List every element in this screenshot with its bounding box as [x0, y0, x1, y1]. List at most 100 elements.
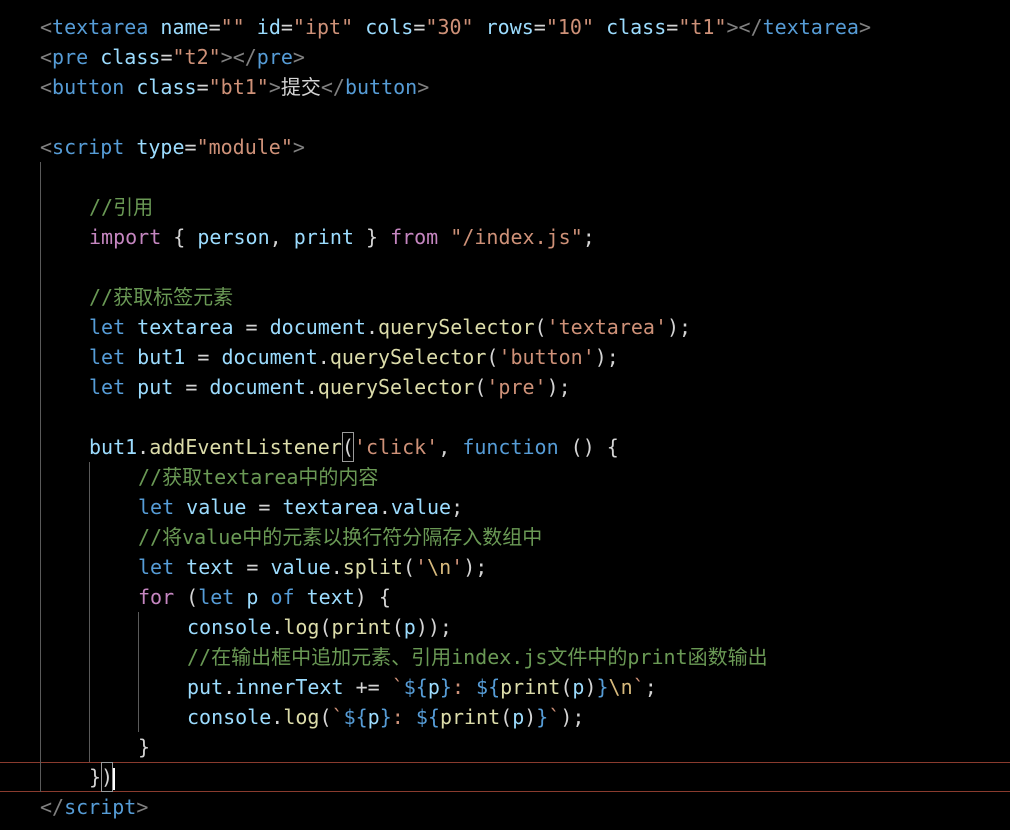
- code-token: (: [319, 615, 332, 639]
- code-token: }: [353, 225, 391, 249]
- code-token: "": [220, 15, 245, 39]
- code-token: ${: [476, 675, 501, 699]
- code-token: >: [417, 75, 430, 99]
- code-token: >: [268, 75, 281, 99]
- code-token: (: [486, 345, 499, 369]
- code-token: document: [209, 375, 306, 399]
- code-token: .: [271, 705, 284, 729]
- code-token: ,: [269, 225, 294, 249]
- code-token: .: [365, 315, 378, 339]
- code-token: +=: [343, 675, 392, 699]
- code-token: pre: [256, 45, 293, 69]
- code-token: );: [463, 555, 488, 579]
- code-token: ) {: [354, 585, 391, 609]
- code-token: (: [474, 375, 487, 399]
- code-editor[interactable]: <textarea name="" id="ipt" cols="30" row…: [0, 0, 1010, 830]
- code-token: =: [413, 15, 426, 39]
- code-token: textarea: [282, 495, 379, 519]
- code-token: }: [89, 765, 102, 789]
- code-line: console.log(print(p));: [187, 612, 452, 642]
- code-token: <: [40, 135, 53, 159]
- code-token: log: [283, 705, 320, 729]
- code-token: let: [198, 585, 235, 609]
- code-token: ${: [403, 675, 428, 699]
- code-token: log: [283, 615, 320, 639]
- code-token: </: [320, 75, 345, 99]
- code-token: </: [40, 795, 65, 819]
- code-token: class: [136, 75, 197, 99]
- code-token: =: [280, 15, 293, 39]
- code-token: \n: [608, 675, 633, 699]
- code-token: textarea: [762, 15, 859, 39]
- code-token: ,: [438, 435, 463, 459]
- code-token: ></: [220, 45, 257, 69]
- code-token: }: [596, 675, 609, 699]
- code-token: value: [270, 555, 331, 579]
- matched-bracket: (: [341, 432, 354, 462]
- code-token: "t2": [172, 45, 221, 69]
- code-token: print: [293, 225, 354, 249]
- code-token: //获取标签元素: [89, 285, 234, 309]
- code-line: }: [138, 732, 150, 762]
- code-token: "/index.js": [450, 225, 583, 249]
- code-token: ): [524, 705, 537, 729]
- code-line: //在输出框中追加元素、引用index.js文件中的print函数输出: [187, 642, 768, 672]
- code-token: );: [594, 345, 619, 369]
- code-token: =: [185, 345, 222, 369]
- code-token: .: [378, 495, 391, 519]
- code-token: ': [415, 555, 428, 579]
- code-token: :: [391, 705, 416, 729]
- code-token: ;: [644, 675, 657, 699]
- code-token: {: [161, 225, 198, 249]
- code-token: "module": [196, 135, 293, 159]
- code-token: =: [666, 15, 679, 39]
- code-token: () {: [558, 435, 619, 459]
- code-token: ;: [451, 495, 464, 519]
- code-line: let textarea = document.querySelector('t…: [89, 312, 691, 342]
- code-token: =: [196, 75, 209, 99]
- code-token: cols: [365, 15, 414, 39]
- code-token: `: [548, 705, 561, 729]
- code-token: p: [427, 675, 440, 699]
- code-token: =: [233, 315, 270, 339]
- code-token: .: [137, 435, 150, 459]
- code-line: let but1 = document.querySelector('butto…: [89, 342, 619, 372]
- code-token: split: [342, 555, 403, 579]
- code-token: =: [234, 555, 271, 579]
- code-token: 'pre': [486, 375, 547, 399]
- code-token: querySelector: [317, 375, 475, 399]
- code-token: innerText: [235, 675, 344, 699]
- code-token: p: [246, 585, 259, 609]
- code-token: but1: [137, 345, 186, 369]
- code-token: print: [500, 675, 561, 699]
- code-token: >: [136, 795, 149, 819]
- code-token: addEventListener: [149, 435, 342, 459]
- code-token: value: [186, 495, 247, 519]
- code-token: "bt1": [208, 75, 269, 99]
- code-token: (: [391, 615, 404, 639]
- code-token: }: [536, 705, 549, 729]
- code-token: //在输出框中追加元素、引用index.js文件中的print函数输出: [187, 645, 768, 669]
- code-token: \n: [427, 555, 452, 579]
- code-token: console: [187, 615, 272, 639]
- code-token: (: [319, 705, 332, 729]
- code-token: textarea: [52, 15, 149, 39]
- code-token: print: [439, 705, 501, 729]
- code-token: .: [330, 555, 343, 579]
- code-token: for: [138, 585, 175, 609]
- code-token: `: [391, 675, 404, 699]
- code-token: //获取textarea中的内容: [138, 465, 379, 489]
- code-token: p: [367, 705, 380, 729]
- code-token: value: [390, 495, 452, 519]
- code-token: ): [584, 675, 597, 699]
- code-line: <script type="module">: [40, 132, 305, 162]
- code-token: :: [451, 675, 477, 699]
- code-line: <pre class="t2"></pre>: [40, 42, 305, 72]
